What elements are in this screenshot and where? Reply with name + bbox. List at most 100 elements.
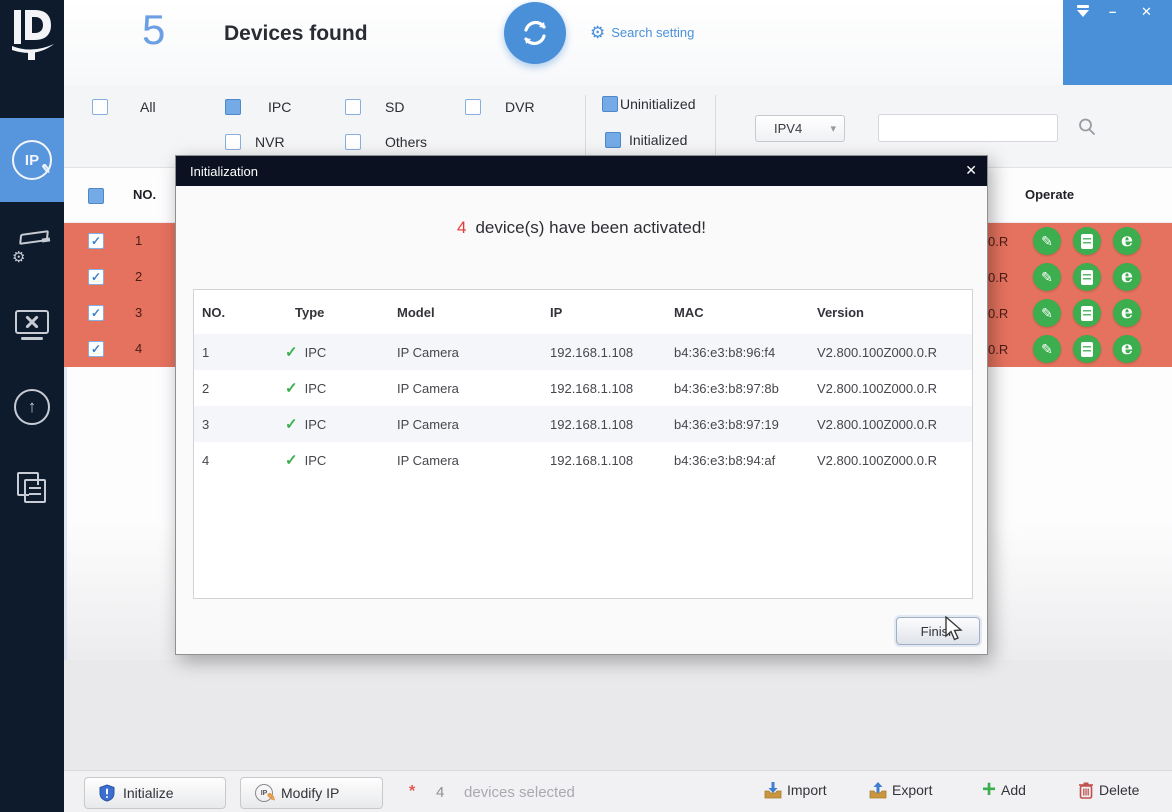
col-no: NO. bbox=[194, 305, 277, 320]
device-details-icon[interactable] bbox=[1073, 299, 1101, 327]
activated-device-row: 3✓IPCIP Camera192.168.1.108b4:36:e3:b8:9… bbox=[194, 406, 972, 442]
edit-device-icon[interactable]: ✎ bbox=[1033, 335, 1061, 363]
row-version-fragment: 0.R bbox=[988, 270, 1008, 285]
ip-version-select[interactable]: IPV4 ▾ bbox=[755, 115, 845, 142]
refresh-button[interactable] bbox=[504, 2, 566, 64]
filter-divider-2 bbox=[715, 95, 716, 157]
filter-others[interactable]: Others bbox=[345, 134, 427, 150]
activated-devices-table: NO. Type Model IP MAC Version 1✓IPCIP Ca… bbox=[193, 289, 973, 599]
search-setting-label: Search setting bbox=[611, 25, 694, 40]
row-number: 2 bbox=[135, 269, 142, 284]
filter-uninitialized[interactable]: Uninitialized bbox=[602, 96, 695, 112]
initialize-label: Initialize bbox=[123, 785, 174, 801]
operate-column-header: Operate bbox=[1025, 187, 1074, 202]
row-checkbox[interactable]: ✓ bbox=[88, 341, 104, 357]
export-label: Export bbox=[892, 782, 932, 798]
sidebar-item-upgrade[interactable]: ↑ bbox=[0, 375, 64, 439]
activated-device-row: 1✓IPCIP Camera192.168.1.108b4:36:e3:b8:9… bbox=[194, 334, 972, 370]
filter-initialized[interactable]: Initialized bbox=[605, 132, 687, 148]
shield-icon[interactable] bbox=[1075, 4, 1091, 18]
checkbox-sd[interactable] bbox=[345, 99, 361, 115]
checkbox-uninitialized[interactable] bbox=[602, 96, 618, 112]
footer-toolbar: Initialize IP✎ Modify IP * 4 devices sel… bbox=[64, 770, 1172, 812]
checkbox-nvr[interactable] bbox=[225, 134, 241, 150]
cell-version: V2.800.100Z000.0.R bbox=[809, 345, 972, 360]
device-count: 5 bbox=[142, 6, 165, 54]
search-input[interactable] bbox=[878, 114, 1058, 142]
initialize-button[interactable]: Initialize bbox=[84, 777, 226, 809]
ip-modify-icon: IP✎ bbox=[12, 140, 52, 180]
close-icon[interactable]: ✕ bbox=[965, 162, 977, 179]
modify-ip-button[interactable]: IP✎ Modify IP bbox=[240, 777, 383, 809]
col-model: Model bbox=[389, 305, 542, 320]
open-browser-icon[interactable]: e bbox=[1113, 263, 1141, 291]
filter-all[interactable]: All bbox=[92, 99, 156, 115]
select-all-checkbox[interactable]: ✓ bbox=[88, 188, 104, 204]
search-icon[interactable] bbox=[1077, 117, 1097, 137]
modify-ip-label: Modify IP bbox=[281, 785, 339, 801]
cell-mac: b4:36:e3:b8:94:af bbox=[666, 453, 809, 468]
delete-button[interactable]: Delete bbox=[1078, 781, 1139, 799]
edit-device-icon[interactable]: ✎ bbox=[1033, 299, 1061, 327]
cell-type: ✓IPC bbox=[277, 379, 389, 397]
cell-no: 2 bbox=[194, 381, 277, 396]
checkbox-ipc[interactable] bbox=[225, 99, 241, 115]
open-browser-icon[interactable]: e bbox=[1113, 227, 1141, 255]
open-browser-icon[interactable]: e bbox=[1113, 335, 1141, 363]
document-icon bbox=[1081, 234, 1093, 249]
checkbox-others[interactable] bbox=[345, 134, 361, 150]
add-icon: + bbox=[982, 781, 996, 799]
minimize-icon[interactable]: – bbox=[1109, 4, 1116, 19]
activation-message: 4device(s) have been activated! bbox=[176, 218, 987, 238]
delete-icon bbox=[1078, 781, 1094, 799]
device-details-icon[interactable] bbox=[1073, 227, 1101, 255]
checkbox-dvr[interactable] bbox=[465, 99, 481, 115]
initialization-dialog: Initialization ✕ 4device(s) have been ac… bbox=[175, 155, 988, 655]
filter-sd[interactable]: SD bbox=[345, 99, 404, 115]
filter-nvr[interactable]: NVR bbox=[225, 134, 285, 150]
sidebar-item-logs[interactable] bbox=[0, 455, 64, 519]
filter-others-label: Others bbox=[385, 134, 427, 150]
refresh-icon bbox=[518, 16, 552, 50]
ip-modify-icon: IP✎ bbox=[255, 784, 273, 802]
open-browser-icon[interactable]: e bbox=[1113, 299, 1141, 327]
add-button[interactable]: + Add bbox=[982, 781, 1026, 799]
export-button[interactable]: Export bbox=[869, 781, 932, 799]
search-setting-button[interactable]: ⚙ Search setting bbox=[590, 24, 694, 41]
cell-mac: b4:36:e3:b8:96:f4 bbox=[666, 345, 809, 360]
close-icon[interactable]: ✕ bbox=[1141, 4, 1152, 20]
sidebar-item-device-config[interactable]: ⚙ bbox=[0, 212, 64, 276]
device-details-icon[interactable] bbox=[1073, 335, 1101, 363]
import-button[interactable]: Import bbox=[764, 781, 827, 799]
cell-ip: 192.168.1.108 bbox=[542, 381, 666, 396]
row-checkbox[interactable]: ✓ bbox=[88, 233, 104, 249]
cell-ip: 192.168.1.108 bbox=[542, 453, 666, 468]
sidebar-item-system-settings[interactable] bbox=[0, 293, 64, 357]
edit-device-icon[interactable]: ✎ bbox=[1033, 263, 1061, 291]
row-checkbox[interactable]: ✓ bbox=[88, 269, 104, 285]
sidebar: IP✎ ⚙ ↑ bbox=[0, 0, 64, 812]
upgrade-icon: ↑ bbox=[14, 389, 50, 425]
row-version-fragment: 0.R bbox=[988, 342, 1008, 357]
checkbox-initialized[interactable] bbox=[605, 132, 621, 148]
dialog-title-bar: Initialization ✕ bbox=[176, 156, 987, 186]
camera-settings-icon: ⚙ bbox=[12, 224, 52, 264]
checkbox-all[interactable] bbox=[92, 99, 108, 115]
dialog-title: Initialization bbox=[190, 164, 258, 179]
edit-device-icon[interactable]: ✎ bbox=[1033, 227, 1061, 255]
cell-type: ✓IPC bbox=[277, 415, 389, 433]
sidebar-item-modify-ip[interactable]: IP✎ bbox=[0, 118, 64, 202]
cell-version: V2.800.100Z000.0.R bbox=[809, 417, 972, 432]
cell-no: 1 bbox=[194, 345, 277, 360]
activated-count: 4 bbox=[457, 218, 466, 237]
row-checkbox[interactable]: ✓ bbox=[88, 305, 104, 321]
cell-mac: b4:36:e3:b8:97:19 bbox=[666, 417, 809, 432]
cell-mac: b4:36:e3:b8:97:8b bbox=[666, 381, 809, 396]
filter-ipc[interactable]: IPC bbox=[225, 99, 291, 115]
device-details-icon[interactable] bbox=[1073, 263, 1101, 291]
row-number: 3 bbox=[135, 305, 142, 320]
gear-icon: ⚙ bbox=[590, 24, 605, 41]
filter-dvr[interactable]: DVR bbox=[465, 99, 535, 115]
success-check-icon: ✓ bbox=[285, 451, 298, 469]
filter-ipc-label: IPC bbox=[268, 99, 291, 115]
